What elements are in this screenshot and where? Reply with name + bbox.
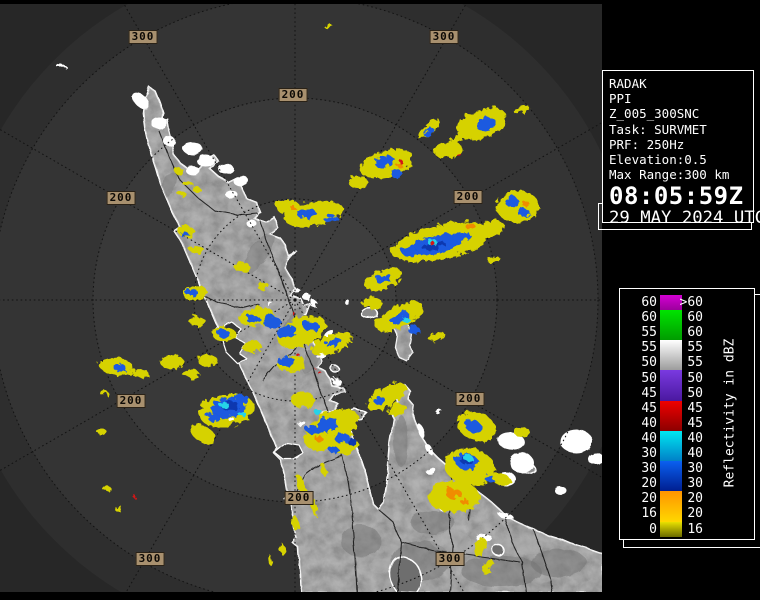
range-ring-label: 300 (128, 30, 158, 44)
side-panel: RADAK PPI Z_005_300SNC Task: SURVMET PRF… (598, 0, 760, 600)
legend-row: 60 60 (641, 310, 703, 325)
range-ring-label: 200 (116, 394, 146, 408)
task-name: Task: SURVMET (609, 121, 707, 137)
prf-value: PRF: 250Hz (609, 136, 685, 152)
radar-site-name: RADAK (609, 76, 647, 91)
legend-row: 0 16 (649, 522, 703, 537)
range-ring-label: 300 (135, 552, 165, 566)
range-ring-label: 200 (284, 491, 314, 505)
legend-row: 16 20 (641, 506, 703, 521)
legend-row: 20 20 (641, 491, 703, 506)
elevation-value: Elevation:0.5 (609, 152, 707, 168)
range-ring-label: 200 (453, 190, 483, 204)
scan-date: 29 MAY 2024 UTC (609, 208, 760, 229)
legend-row: 60 >60 (641, 295, 703, 310)
range-ring-label: 300 (429, 30, 459, 44)
radar-application-window: 300 200 300 200 200 200 200 200 300 300 … (0, 0, 760, 600)
range-ring-label: 300 (435, 552, 465, 566)
max-range-value: Max Range:300 km (609, 167, 730, 183)
range-ring-label: 200 (106, 191, 136, 205)
product-id: Z_005_300SNC (609, 106, 700, 122)
timestamp: 08:05:59Z (609, 182, 744, 211)
radar-display: 300 200 300 200 200 200 200 200 300 300 (0, 0, 602, 600)
product-info-box: RADAK PPI Z_005_300SNC Task: SURVMET PRF… (602, 70, 760, 228)
scan-type: PPI (609, 91, 632, 107)
range-ring-label: 200 (455, 392, 485, 406)
range-ring-label: 200 (278, 88, 308, 102)
